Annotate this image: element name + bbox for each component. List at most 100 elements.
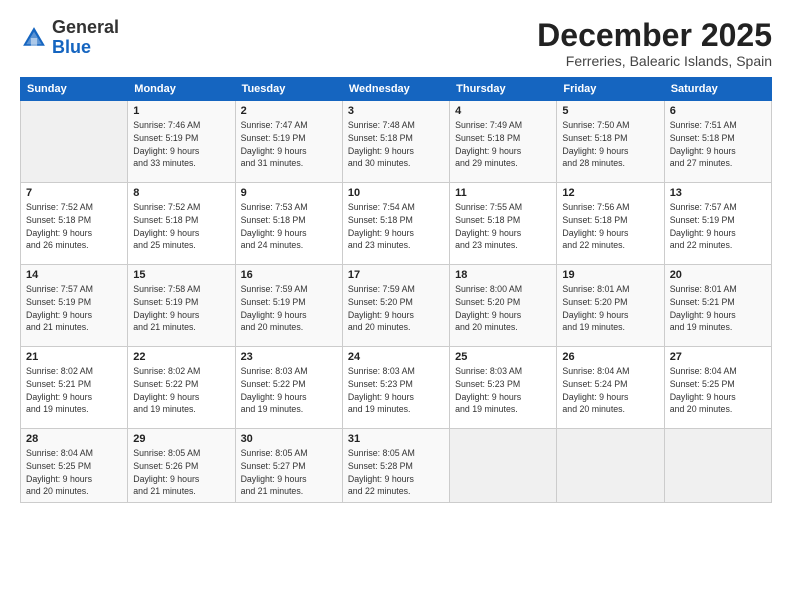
day-info: Sunrise: 7:59 AMSunset: 5:19 PMDaylight:… (241, 283, 337, 334)
day-number: 8 (133, 187, 229, 199)
day-info: Sunrise: 7:53 AMSunset: 5:18 PMDaylight:… (241, 201, 337, 252)
day-info: Sunrise: 8:01 AMSunset: 5:21 PMDaylight:… (670, 283, 766, 334)
calendar-cell: 17Sunrise: 7:59 AMSunset: 5:20 PMDayligh… (342, 265, 449, 347)
calendar-cell: 23Sunrise: 8:03 AMSunset: 5:22 PMDayligh… (235, 347, 342, 429)
day-number: 10 (348, 187, 444, 199)
calendar-table: SundayMondayTuesdayWednesdayThursdayFrid… (20, 77, 772, 503)
day-number: 15 (133, 269, 229, 281)
day-info: Sunrise: 7:51 AMSunset: 5:18 PMDaylight:… (670, 119, 766, 170)
calendar-cell: 31 Sunrise: 8:05 AMSunset: 5:28 PMDayligh… (342, 429, 449, 503)
day-info: Sunrise: 7:52 AMSunset: 5:18 PMDaylight:… (26, 201, 122, 252)
location: Ferreries, Balearic Islands, Spain (537, 53, 772, 69)
calendar-week-row: 1Sunrise: 7:46 AMSunset: 5:19 PMDaylight… (21, 101, 772, 183)
day-info: Sunrise: 8:04 AMSunset: 5:25 PMDaylight:… (670, 365, 766, 416)
day-info: Sunrise: 7:56 AMSunset: 5:18 PMDaylight:… (562, 201, 658, 252)
calendar-cell: 11 Sunrise: 7:55 AMSunset: 5:18 PMDayligh… (450, 183, 557, 265)
day-number: 16 (241, 269, 337, 281)
title-block: December 2025 Ferreries, Balearic Island… (537, 18, 772, 69)
calendar-cell: 20 Sunrise: 8:01 AMSunset: 5:21 PMDayligh… (664, 265, 771, 347)
day-number: 19 (562, 269, 658, 281)
day-number: 22 (133, 351, 229, 363)
day-info: Sunrise: 7:57 AMSunset: 5:19 PMDaylight:… (26, 283, 122, 334)
calendar-week-row: 7 Sunrise: 7:52 AMSunset: 5:18 PMDaylight… (21, 183, 772, 265)
logo: General Blue (20, 18, 119, 58)
day-info: Sunrise: 8:03 AMSunset: 5:22 PMDaylight:… (241, 365, 337, 416)
calendar-cell: 1Sunrise: 7:46 AMSunset: 5:19 PMDaylight… (128, 101, 235, 183)
logo-blue: Blue (52, 37, 91, 57)
calendar-week-row: 28Sunrise: 8:04 AMSunset: 5:25 PMDayligh… (21, 429, 772, 503)
day-info: Sunrise: 7:47 AMSunset: 5:19 PMDaylight:… (241, 119, 337, 170)
calendar-cell (21, 101, 128, 183)
day-number: 30 (241, 433, 337, 445)
weekday-header: Wednesday (342, 78, 449, 101)
weekday-header: Friday (557, 78, 664, 101)
logo-general: General (52, 17, 119, 37)
calendar-cell: 6 Sunrise: 7:51 AMSunset: 5:18 PMDaylight… (664, 101, 771, 183)
page: General Blue December 2025 Ferreries, Ba… (0, 0, 792, 612)
day-info: Sunrise: 7:52 AMSunset: 5:18 PMDaylight:… (133, 201, 229, 252)
day-info: Sunrise: 8:05 AMSunset: 5:26 PMDaylight:… (133, 447, 229, 498)
calendar-cell: 21 Sunrise: 8:02 AMSunset: 5:21 PMDayligh… (21, 347, 128, 429)
day-info: Sunrise: 8:00 AMSunset: 5:20 PMDaylight:… (455, 283, 551, 334)
calendar-week-row: 14 Sunrise: 7:57 AMSunset: 5:19 PMDayligh… (21, 265, 772, 347)
calendar-cell: 15Sunrise: 7:58 AMSunset: 5:19 PMDayligh… (128, 265, 235, 347)
day-info: Sunrise: 7:48 AMSunset: 5:18 PMDaylight:… (348, 119, 444, 170)
calendar-cell: 3Sunrise: 7:48 AMSunset: 5:18 PMDaylight… (342, 101, 449, 183)
day-number: 24 (348, 351, 444, 363)
calendar-cell: 13 Sunrise: 7:57 AMSunset: 5:19 PMDayligh… (664, 183, 771, 265)
day-number: 18 (455, 269, 551, 281)
weekday-header-row: SundayMondayTuesdayWednesdayThursdayFrid… (21, 78, 772, 101)
calendar-cell: 25 Sunrise: 8:03 AMSunset: 5:23 PMDayligh… (450, 347, 557, 429)
day-info: Sunrise: 8:02 AMSunset: 5:21 PMDaylight:… (26, 365, 122, 416)
calendar-cell: 4 Sunrise: 7:49 AMSunset: 5:18 PMDaylight… (450, 101, 557, 183)
calendar-week-row: 21 Sunrise: 8:02 AMSunset: 5:21 PMDayligh… (21, 347, 772, 429)
calendar-cell: 12 Sunrise: 7:56 AMSunset: 5:18 PMDayligh… (557, 183, 664, 265)
day-number: 2 (241, 105, 337, 117)
day-number: 12 (562, 187, 658, 199)
calendar-cell: 24 Sunrise: 8:03 AMSunset: 5:23 PMDayligh… (342, 347, 449, 429)
day-info: Sunrise: 7:49 AMSunset: 5:18 PMDaylight:… (455, 119, 551, 170)
logo-text: General Blue (52, 18, 119, 58)
day-number: 25 (455, 351, 551, 363)
day-info: Sunrise: 8:04 AMSunset: 5:24 PMDaylight:… (562, 365, 658, 416)
day-number: 9 (241, 187, 337, 199)
day-number: 6 (670, 105, 766, 117)
day-number: 14 (26, 269, 122, 281)
day-info: Sunrise: 7:55 AMSunset: 5:18 PMDaylight:… (455, 201, 551, 252)
day-info: Sunrise: 8:02 AMSunset: 5:22 PMDaylight:… (133, 365, 229, 416)
weekday-header: Sunday (21, 78, 128, 101)
day-info: Sunrise: 8:03 AMSunset: 5:23 PMDaylight:… (455, 365, 551, 416)
calendar-cell: 10Sunrise: 7:54 AMSunset: 5:18 PMDayligh… (342, 183, 449, 265)
calendar-cell: 30 Sunrise: 8:05 AMSunset: 5:27 PMDayligh… (235, 429, 342, 503)
day-info: Sunrise: 7:46 AMSunset: 5:19 PMDaylight:… (133, 119, 229, 170)
day-number: 7 (26, 187, 122, 199)
day-number: 17 (348, 269, 444, 281)
day-number: 21 (26, 351, 122, 363)
day-info: Sunrise: 7:57 AMSunset: 5:19 PMDaylight:… (670, 201, 766, 252)
day-number: 11 (455, 187, 551, 199)
calendar-cell: 7 Sunrise: 7:52 AMSunset: 5:18 PMDaylight… (21, 183, 128, 265)
weekday-header: Tuesday (235, 78, 342, 101)
day-info: Sunrise: 8:05 AMSunset: 5:27 PMDaylight:… (241, 447, 337, 498)
day-number: 4 (455, 105, 551, 117)
day-number: 13 (670, 187, 766, 199)
day-number: 5 (562, 105, 658, 117)
day-info: Sunrise: 8:05 AMSunset: 5:28 PMDaylight:… (348, 447, 444, 498)
calendar-cell: 26 Sunrise: 8:04 AMSunset: 5:24 PMDayligh… (557, 347, 664, 429)
month-title: December 2025 (537, 18, 772, 53)
calendar-cell: 28Sunrise: 8:04 AMSunset: 5:25 PMDayligh… (21, 429, 128, 503)
weekday-header: Saturday (664, 78, 771, 101)
calendar-cell: 8 Sunrise: 7:52 AMSunset: 5:18 PMDaylight… (128, 183, 235, 265)
calendar-cell: 9 Sunrise: 7:53 AMSunset: 5:18 PMDaylight… (235, 183, 342, 265)
weekday-header: Monday (128, 78, 235, 101)
calendar-cell: 29Sunrise: 8:05 AMSunset: 5:26 PMDayligh… (128, 429, 235, 503)
day-number: 26 (562, 351, 658, 363)
calendar-cell: 16 Sunrise: 7:59 AMSunset: 5:19 PMDayligh… (235, 265, 342, 347)
calendar-cell: 2 Sunrise: 7:47 AMSunset: 5:19 PMDaylight… (235, 101, 342, 183)
day-info: Sunrise: 8:03 AMSunset: 5:23 PMDaylight:… (348, 365, 444, 416)
calendar-cell: 27Sunrise: 8:04 AMSunset: 5:25 PMDayligh… (664, 347, 771, 429)
calendar-cell: 22 Sunrise: 8:02 AMSunset: 5:22 PMDayligh… (128, 347, 235, 429)
day-number: 31 (348, 433, 444, 445)
calendar-cell: 19Sunrise: 8:01 AMSunset: 5:20 PMDayligh… (557, 265, 664, 347)
day-number: 20 (670, 269, 766, 281)
